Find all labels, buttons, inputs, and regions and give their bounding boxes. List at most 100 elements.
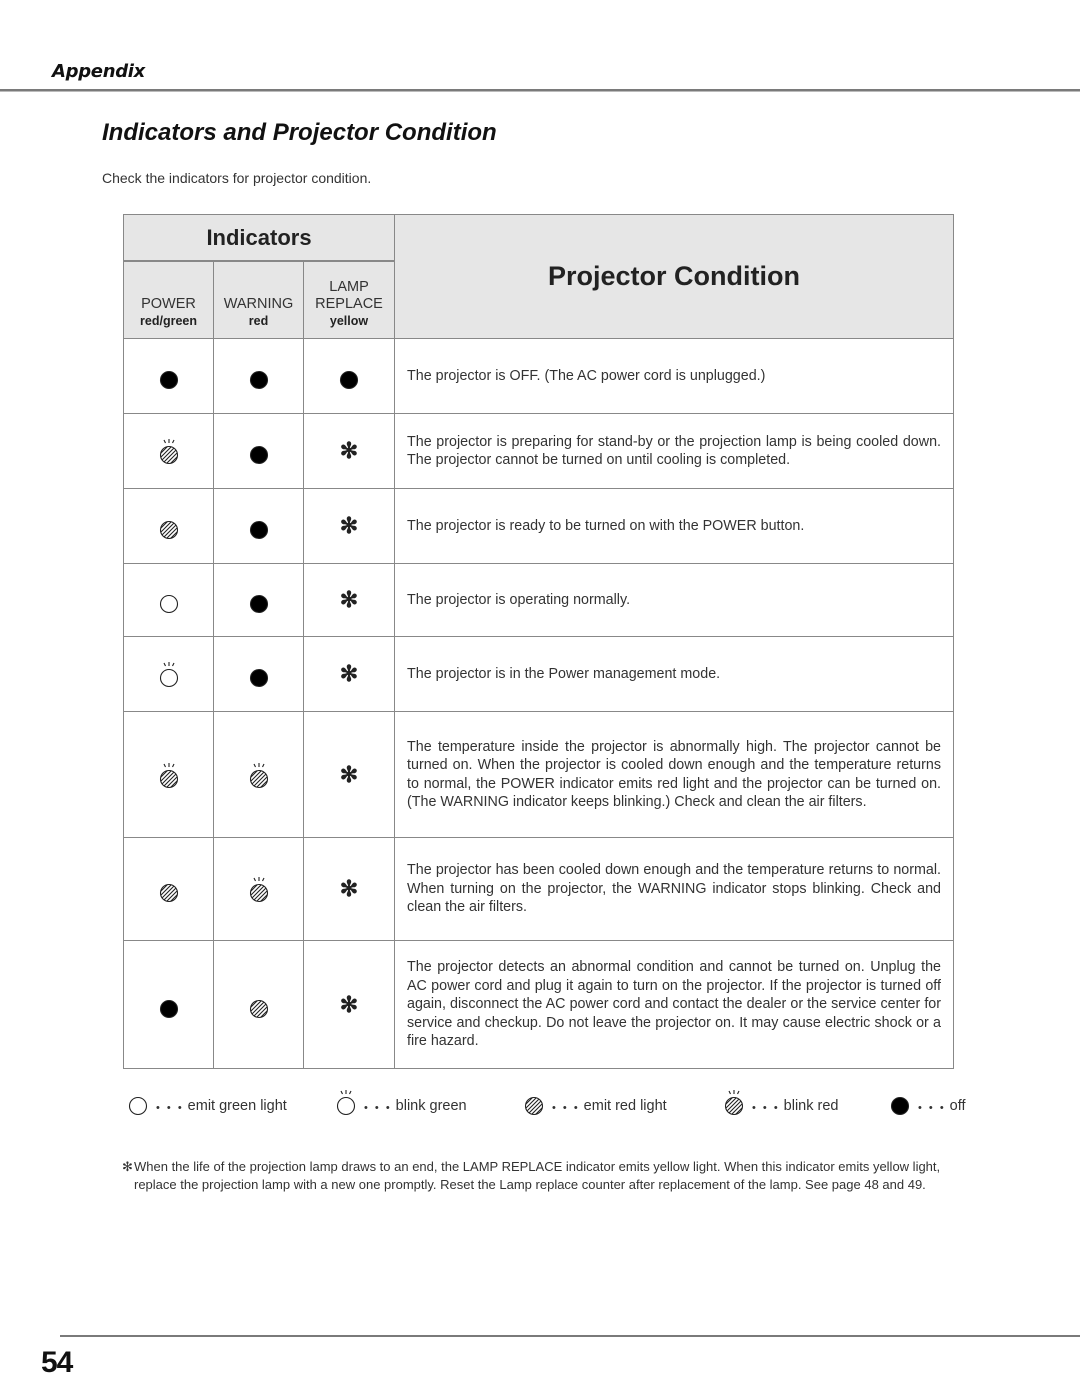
asterisk-icon: ✻ (339, 513, 359, 538)
column-lamp-replace: LAMP REPLACE yellow (302, 260, 396, 339)
table-row: The projector is OFF. (The AC power cord… (123, 338, 954, 414)
legend-label: off (949, 1098, 966, 1114)
lamp-green-icon (157, 588, 181, 614)
lamp-cell: ✻ (302, 711, 396, 838)
condition-cell: The projector has been cooled down enoug… (394, 837, 954, 941)
lamp-blink-green-icon (334, 1090, 358, 1116)
lamp-blink-red-icon (722, 1090, 746, 1116)
footnote-text: When the life of the projection lamp dra… (134, 1159, 941, 1192)
power-cell (123, 338, 214, 414)
lamp-off-icon (247, 514, 271, 540)
legend-label: emit red light (583, 1098, 667, 1114)
condition-heading: Projector Condition (394, 214, 954, 339)
column-warning-color: red (248, 314, 269, 328)
warning-cell (213, 563, 304, 637)
asterisk-icon: ✻ (339, 661, 359, 686)
legend: • • • emit green light • • • blink green • •… (126, 1082, 986, 1118)
lamp-cell: ✻ (302, 563, 396, 637)
indicator-table: Indicators Projector Condition POWER red… (122, 214, 954, 1069)
power-cell (123, 488, 214, 564)
legend-item: • • • blink green (334, 1082, 467, 1116)
power-cell (123, 413, 214, 489)
lamp-cell: ✻ (302, 413, 396, 489)
warning-cell (213, 488, 304, 564)
lamp-red-icon (522, 1090, 546, 1116)
intro-text: Check the indicators for projector condi… (102, 170, 372, 186)
lamp-off-icon (888, 1090, 912, 1116)
footnote: ✻ When the life of the projection lamp d… (122, 1158, 957, 1194)
condition-cell: The projector is OFF. (The AC power cord… (394, 338, 954, 414)
column-power: POWER red/green (123, 260, 214, 339)
column-lamp-color: yellow (329, 314, 369, 328)
indicators-heading: Indicators (122, 214, 396, 262)
lamp-blink-red-icon (247, 762, 271, 788)
table-row: ✻ The projector is operating normally. (123, 563, 954, 637)
table-row: ✻ The projector is preparing for stand-by… (123, 413, 954, 489)
lamp-red-icon (157, 877, 181, 903)
lamp-off-icon (337, 364, 361, 390)
column-power-name: POWER (141, 296, 196, 312)
legend-label: emit green light (187, 1098, 287, 1114)
lamp-red-icon (157, 514, 181, 540)
column-warning-name: WARNING (223, 296, 294, 312)
asterisk-icon: ✻ (339, 991, 359, 1017)
table-row: ✻ The projector is ready to be turned on … (123, 488, 954, 564)
legend-dots: • • • (752, 1102, 780, 1114)
warning-cell (213, 837, 304, 941)
legend-item: • • • blink red (722, 1082, 839, 1116)
condition-cell: The projector is preparing for stand-by … (394, 413, 954, 489)
table-row: ✻ The temperature inside the projector is… (123, 711, 954, 838)
lamp-blink-red-icon (157, 762, 181, 788)
lamp-cell: ✻ (302, 940, 396, 1069)
page-number: 54 (41, 1346, 73, 1379)
power-cell (123, 711, 214, 838)
table-row: ✻ The projector is in the Power managemen… (123, 636, 954, 712)
legend-dots: • • • (552, 1102, 580, 1114)
legend-dots: • • • (156, 1102, 184, 1114)
lamp-off-icon (247, 364, 271, 390)
asterisk-icon: ✻ (122, 1159, 133, 1174)
lamp-green-icon (126, 1090, 150, 1116)
legend-item: • • • emit green light (126, 1082, 287, 1116)
warning-cell (213, 413, 304, 489)
lamp-cell (302, 338, 396, 414)
legend-item: • • • off (888, 1082, 966, 1116)
asterisk-icon: ✻ (339, 438, 359, 463)
lamp-blink-green-icon (157, 662, 181, 688)
legend-item: • • • emit red light (522, 1082, 667, 1116)
lamp-red-icon (247, 993, 271, 1018)
condition-cell: The projector is ready to be turned on w… (394, 488, 954, 564)
legend-label: blink green (395, 1098, 467, 1114)
column-warning: WARNING red (213, 260, 304, 339)
asterisk-icon: ✻ (339, 587, 359, 612)
condition-cell: The temperature inside the projector is … (394, 711, 954, 838)
lamp-cell: ✻ (302, 636, 396, 712)
column-lamp-name: REPLACE (315, 296, 383, 312)
lamp-off-icon (157, 993, 181, 1018)
bottom-rule (60, 1335, 1080, 1337)
column-lamp-name-line1: LAMP (329, 279, 369, 295)
table-row: ✻ The projector has been cooled down enou… (123, 837, 954, 941)
lamp-blink-red-icon (157, 439, 181, 465)
lamp-off-icon (247, 439, 271, 465)
lamp-cell: ✻ (302, 837, 396, 941)
warning-cell (213, 338, 304, 414)
page-title: Indicators and Projector Condition (102, 119, 497, 146)
warning-cell (213, 711, 304, 838)
power-cell (123, 940, 214, 1069)
section-label: Appendix (52, 61, 145, 82)
top-rule (0, 89, 1080, 92)
legend-label: blink red (783, 1098, 839, 1114)
asterisk-icon: ✻ (339, 876, 359, 901)
legend-dots: • • • (918, 1102, 946, 1114)
condition-cell: The projector detects an abnormal condit… (394, 940, 954, 1069)
lamp-blink-red-icon (247, 877, 271, 903)
power-cell (123, 837, 214, 941)
lamp-cell: ✻ (302, 488, 396, 564)
lamp-off-icon (247, 588, 271, 614)
condition-cell: The projector is in the Power management… (394, 636, 954, 712)
lamp-off-icon (247, 662, 271, 688)
warning-cell (213, 940, 304, 1069)
column-power-color: red/green (140, 314, 197, 328)
lamp-off-icon (157, 364, 181, 390)
